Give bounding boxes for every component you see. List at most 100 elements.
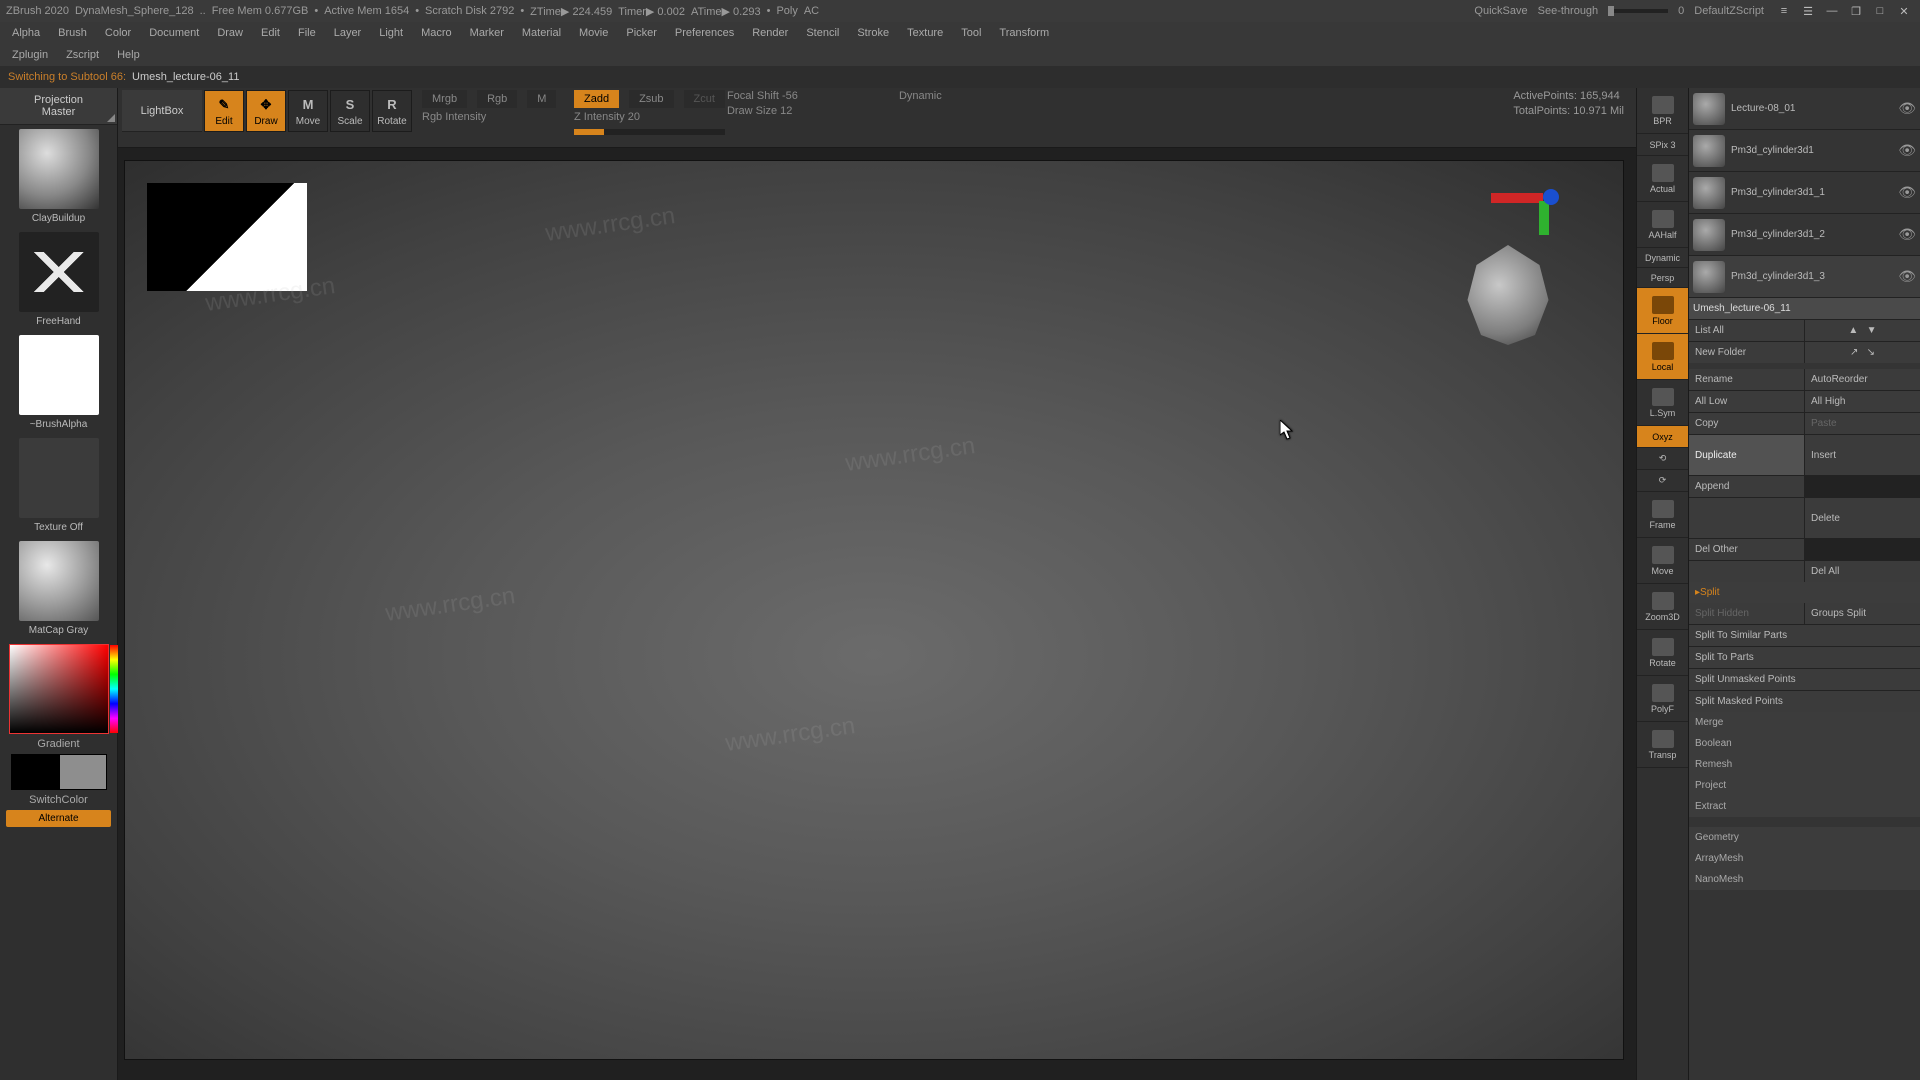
geometry-section[interactable]: Geometry: [1689, 827, 1920, 848]
subtool-row[interactable]: Pm3d_cylinder3d1_2👁: [1689, 214, 1920, 256]
camera-head-icon[interactable]: [1463, 245, 1553, 345]
menu-alpha[interactable]: Alpha: [4, 24, 48, 42]
scale-mode-button[interactable]: SScale: [330, 90, 370, 132]
brush-thumb[interactable]: [19, 129, 99, 209]
delother-button[interactable]: Del Other: [1689, 539, 1804, 560]
splitsimilar-button[interactable]: Split To Similar Parts: [1689, 625, 1920, 646]
groupssplit-button[interactable]: Groups Split: [1805, 603, 1920, 624]
menu-transform[interactable]: Transform: [991, 24, 1057, 42]
zadd-button[interactable]: Zadd: [574, 90, 619, 108]
menu2-icon[interactable]: ☰: [1798, 3, 1818, 19]
defaultzscript-button[interactable]: DefaultZScript: [1694, 5, 1764, 17]
persp-button[interactable]: Persp: [1637, 268, 1688, 288]
minimize-icon[interactable]: —: [1822, 3, 1842, 19]
dynamic-button[interactable]: Dynamic: [899, 90, 942, 102]
bpr-button[interactable]: BPR: [1637, 88, 1688, 134]
swatch-primary[interactable]: [59, 754, 107, 790]
viewport-thumbnail[interactable]: [147, 183, 307, 291]
z-intensity-slider[interactable]: [574, 129, 725, 135]
swatch-secondary[interactable]: [11, 754, 59, 790]
restore-icon[interactable]: ❐: [1846, 3, 1866, 19]
lightbox-button[interactable]: LightBox: [122, 90, 202, 132]
actual-button[interactable]: Actual: [1637, 156, 1688, 202]
axis-gizmo[interactable]: [1493, 189, 1553, 249]
color-picker[interactable]: [9, 644, 109, 734]
switchcolor-button[interactable]: SwitchColor: [0, 794, 117, 806]
allhigh-button[interactable]: All High: [1805, 391, 1920, 412]
subtool-row[interactable]: Pm3d_cylinder3d1_3👁: [1689, 256, 1920, 298]
eye-icon[interactable]: 👁: [1898, 268, 1916, 285]
zcut-button[interactable]: Zcut: [684, 90, 725, 108]
menu-tool[interactable]: Tool: [953, 24, 989, 42]
arraymesh-section[interactable]: ArrayMesh: [1689, 848, 1920, 869]
split-section[interactable]: ▸ Split: [1689, 582, 1920, 603]
stroke-thumb[interactable]: [19, 232, 99, 312]
move-mode-button[interactable]: MMove: [288, 90, 328, 132]
splittoparts-button[interactable]: Split To Parts: [1689, 647, 1920, 668]
eye-icon[interactable]: 👁: [1898, 184, 1916, 201]
menu-layer[interactable]: Layer: [326, 24, 370, 42]
alpha-thumb[interactable]: [19, 335, 99, 415]
draw-mode-button[interactable]: ✥Draw: [246, 90, 286, 132]
menu-texture[interactable]: Texture: [899, 24, 951, 42]
project-section[interactable]: Project: [1689, 775, 1920, 796]
lsym-button[interactable]: L.Sym: [1637, 380, 1688, 426]
arrow-buttons[interactable]: ↗ ↘: [1805, 342, 1920, 363]
z-intensity-label[interactable]: Z Intensity 20: [574, 111, 725, 123]
subtool-list[interactable]: Lecture-08_01👁 Pm3d_cylinder3d1👁 Pm3d_cy…: [1689, 88, 1920, 320]
copy-button[interactable]: Copy: [1689, 413, 1804, 434]
local-button[interactable]: Local: [1637, 334, 1688, 380]
menu-zscript[interactable]: Zscript: [58, 46, 107, 64]
polyf-button[interactable]: PolyF: [1637, 676, 1688, 722]
eye-icon[interactable]: 👁: [1898, 100, 1916, 117]
menu-icon[interactable]: ≡: [1774, 3, 1794, 19]
spix-button[interactable]: SPix 3: [1637, 134, 1688, 156]
xyz-button[interactable]: Oxyz: [1637, 426, 1688, 448]
splithidden-button[interactable]: Split Hidden: [1689, 603, 1804, 624]
menu-light[interactable]: Light: [371, 24, 411, 42]
extract-section[interactable]: Extract: [1689, 796, 1920, 817]
frame-button[interactable]: Frame: [1637, 492, 1688, 538]
nav-move-button[interactable]: Move: [1637, 538, 1688, 584]
menu-render[interactable]: Render: [744, 24, 796, 42]
texture-thumb[interactable]: [19, 438, 99, 518]
m-button[interactable]: M: [527, 90, 556, 108]
nav-rotate-button[interactable]: Rotate: [1637, 630, 1688, 676]
menu-stroke[interactable]: Stroke: [849, 24, 897, 42]
menu-help[interactable]: Help: [109, 46, 148, 64]
menu-color[interactable]: Color: [97, 24, 139, 42]
zsub-button[interactable]: Zsub: [629, 90, 673, 108]
draw-size-label[interactable]: Draw Size 12: [727, 105, 877, 117]
spin-a-icon[interactable]: ⟲: [1637, 448, 1688, 470]
remesh-section[interactable]: Remesh: [1689, 754, 1920, 775]
menu-picker[interactable]: Picker: [618, 24, 665, 42]
zoom3d-button[interactable]: Zoom3D: [1637, 584, 1688, 630]
delall-button[interactable]: Del All: [1805, 561, 1920, 582]
menu-edit[interactable]: Edit: [253, 24, 288, 42]
quicksave-button[interactable]: QuickSave: [1474, 5, 1527, 17]
focal-shift-label[interactable]: Focal Shift -56: [727, 90, 877, 102]
menu-movie[interactable]: Movie: [571, 24, 616, 42]
maximize-icon[interactable]: □: [1870, 3, 1890, 19]
paste-button[interactable]: Paste: [1805, 413, 1920, 434]
transp-button[interactable]: Transp: [1637, 722, 1688, 768]
mrgb-button[interactable]: Mrgb: [422, 90, 467, 108]
rgb-intensity-label[interactable]: Rgb Intensity: [422, 111, 572, 123]
rgb-button[interactable]: Rgb: [477, 90, 517, 108]
aahalf-button[interactable]: AAHalf: [1637, 202, 1688, 248]
menu-zplugin[interactable]: Zplugin: [4, 46, 56, 64]
splitmasked-button[interactable]: Split Masked Points: [1689, 691, 1920, 712]
rotate-mode-button[interactable]: RRotate: [372, 90, 412, 132]
color-swatches[interactable]: [11, 754, 107, 790]
alllow-button[interactable]: All Low: [1689, 391, 1804, 412]
moveup-button[interactable]: ▲ ▼: [1805, 320, 1920, 341]
eye-icon[interactable]: 👁: [1898, 142, 1916, 159]
menu-marker[interactable]: Marker: [462, 24, 512, 42]
subtool-row[interactable]: Pm3d_cylinder3d1_1👁: [1689, 172, 1920, 214]
merge-section[interactable]: Merge: [1689, 712, 1920, 733]
spin-b-icon[interactable]: ⟳: [1637, 470, 1688, 492]
menu-draw[interactable]: Draw: [209, 24, 251, 42]
menu-document[interactable]: Document: [141, 24, 207, 42]
menu-brush[interactable]: Brush: [50, 24, 95, 42]
projection-master-button[interactable]: Projection Master: [0, 88, 117, 125]
